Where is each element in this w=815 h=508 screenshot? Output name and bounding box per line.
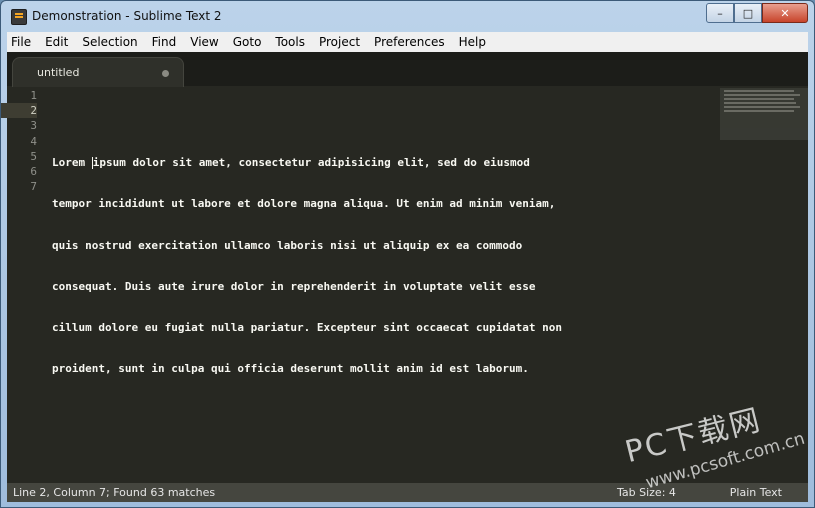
minimize-button[interactable]: – — [706, 3, 734, 23]
minimap-line — [724, 106, 800, 108]
status-tab-size[interactable]: Tab Size: 4 — [617, 486, 676, 499]
app-window: Demonstration - Sublime Text 2 – □ ✕ Fil… — [0, 0, 815, 508]
code-line: cillum dolore eu fugiat nulla pariatur. … — [52, 320, 562, 334]
editor-area[interactable]: untitled 1 2 3 4 5 6 7 Lorem ipsum dolor… — [1, 52, 808, 502]
line-number-gutter: 1 2 3 4 5 6 7 — [1, 88, 37, 194]
sublime-app-icon — [11, 9, 27, 25]
window-controls: – □ ✕ — [706, 3, 808, 23]
code-text-after-caret: ipsum dolor sit amet, consectetur adipis… — [92, 156, 530, 170]
line-number-active: 2 — [1, 103, 37, 119]
line-number: 7 — [30, 180, 37, 194]
minimap[interactable] — [720, 88, 808, 140]
menu-view[interactable]: View — [183, 35, 225, 49]
menu-help[interactable]: Help — [452, 35, 493, 49]
code-line-current: Lorem ipsum dolor sit amet, consectetur … — [52, 155, 562, 170]
menu-edit[interactable]: Edit — [38, 35, 75, 49]
minimap-line — [724, 98, 794, 100]
status-syntax[interactable]: Plain Text — [730, 486, 782, 499]
menu-preferences[interactable]: Preferences — [367, 35, 452, 49]
line-number: 4 — [30, 134, 37, 148]
title-bar[interactable]: Demonstration - Sublime Text 2 – □ ✕ — [1, 1, 814, 32]
menu-project[interactable]: Project — [312, 35, 367, 49]
unsaved-dot-icon[interactable] — [162, 70, 169, 77]
status-bar: Line 2, Column 7; Found 63 matches Tab S… — [7, 483, 808, 502]
minimap-line — [724, 94, 800, 96]
menu-bar: File Edit Selection Find View Goto Tools… — [7, 32, 808, 52]
line-number: 1 — [30, 89, 37, 102]
text-buffer[interactable]: Lorem ipsum dolor sit amet, consectetur … — [52, 88, 562, 402]
menu-tools[interactable]: Tools — [268, 35, 312, 49]
code-line: tempor incididunt ut labore et dolore ma… — [52, 197, 556, 211]
menu-find[interactable]: Find — [145, 35, 184, 49]
menu-selection[interactable]: Selection — [75, 35, 144, 49]
close-button[interactable]: ✕ — [762, 3, 808, 23]
code-line: proident, sunt in culpa qui officia dese… — [52, 362, 529, 376]
minimap-line — [724, 90, 794, 92]
code-line: consequat. Duis aute irure dolor in repr… — [52, 279, 536, 293]
line-number: 6 — [30, 164, 37, 178]
window-title: Demonstration - Sublime Text 2 — [32, 9, 222, 23]
maximize-button[interactable]: □ — [734, 3, 762, 23]
code-text-before-caret: Lorem — [52, 156, 92, 170]
line-number: 3 — [30, 119, 37, 133]
menu-file[interactable]: File — [7, 35, 38, 49]
status-position: Line 2, Column 7; Found 63 matches — [13, 486, 216, 499]
menu-goto[interactable]: Goto — [226, 35, 269, 49]
tab-untitled[interactable]: untitled — [12, 57, 184, 87]
line-number: 5 — [30, 149, 37, 163]
tab-strip: untitled — [7, 52, 808, 87]
code-line: quis nostrud exercitation ullamco labori… — [52, 238, 523, 252]
minimap-line — [724, 110, 794, 112]
minimap-line — [724, 102, 796, 104]
tab-label: untitled — [37, 66, 80, 79]
